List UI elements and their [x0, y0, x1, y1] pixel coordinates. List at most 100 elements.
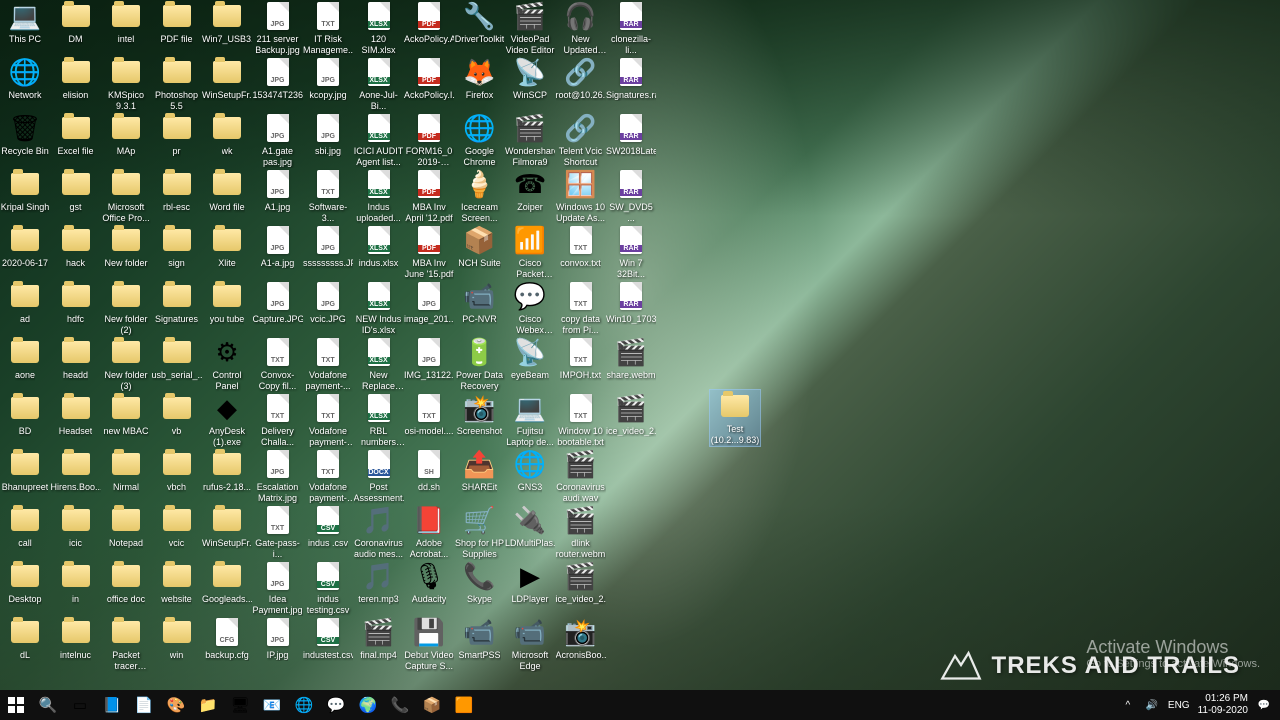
desktop-icon[interactable]: BD: [0, 392, 50, 448]
desktop-icon[interactable]: 🔗 Telent Vcic Shortcut: [556, 112, 606, 168]
desktop-icon[interactable]: 🗑 Recycle Bin: [0, 112, 50, 168]
desktop-icon[interactable]: 📤 SHAREit: [455, 448, 505, 504]
desktop-icon[interactable]: 🎬 Coronavirus audi.wav: [556, 448, 606, 504]
desktop-icon[interactable]: Nirmal: [101, 448, 151, 504]
app5-taskbar-button[interactable]: 💬: [320, 690, 352, 720]
desktop-icon[interactable]: Bhanupreet: [0, 448, 50, 504]
desktop-icon[interactable]: RAR SW2018Latest...: [606, 112, 656, 168]
desktop-icon[interactable]: 2020-06-17: [0, 224, 50, 280]
desktop-icon[interactable]: TXT Gate-pass-i...: [253, 504, 303, 560]
desktop-icon[interactable]: JPG sssssssss.JPG: [303, 224, 353, 280]
desktop-icon[interactable]: RAR clonezilla-li...: [606, 0, 656, 56]
desktop-icon[interactable]: Xlite: [202, 224, 252, 280]
desktop-icon[interactable]: usb_serial_...: [152, 336, 202, 392]
desktop-icon[interactable]: new MBAC: [101, 392, 151, 448]
desktop-icon[interactable]: intelnuc: [51, 616, 101, 672]
desktop-icon[interactable]: rbl-esc: [152, 168, 202, 224]
desktop-icon[interactable]: 📡 eyeBeam: [505, 336, 555, 392]
desktop-icon[interactable]: Photoshop 5.5: [152, 56, 202, 112]
desktop-icon[interactable]: PDF MBA Inv April '12.pdf: [404, 168, 454, 224]
desktop-icon[interactable]: 🌐 Google Chrome: [455, 112, 505, 168]
tray-chevron-icon[interactable]: ^: [1120, 697, 1136, 713]
desktop-icon[interactable]: 🎬 share.webm: [606, 336, 656, 392]
desktop-icon[interactable]: 🦊 Firefox: [455, 56, 505, 112]
desktop-icon[interactable]: 💾 Debut Video Capture S...: [404, 616, 454, 672]
desktop-icon[interactable]: JPG A1-a.jpg: [253, 224, 303, 280]
chrome-taskbar-button[interactable]: 🌍: [352, 690, 384, 720]
file-explorer-taskbar-button[interactable]: 📁: [192, 690, 224, 720]
desktop-icon[interactable]: 🔌 LDMultiPlas...: [505, 504, 555, 560]
desktop-icon[interactable]: ⚙ Control Panel: [202, 336, 252, 392]
desktop-icon[interactable]: hdfc: [51, 280, 101, 336]
desktop-icon[interactable]: TXT IT Risk Manageme...: [303, 0, 353, 56]
desktop-icon[interactable]: 📡 WinSCP: [505, 56, 555, 112]
desktop-icon[interactable]: 🎧 New Updated Headset-re...: [556, 0, 606, 56]
desktop-icon[interactable]: TXT convox.txt: [556, 224, 606, 280]
desktop-icon[interactable]: Excel file: [51, 112, 101, 168]
desktop-icon[interactable]: 🎙 Audacity: [404, 560, 454, 616]
desktop-icon[interactable]: JPG Idea Payment.jpg: [253, 560, 303, 616]
desktop-icon[interactable]: Word file: [202, 168, 252, 224]
desktop-icon[interactable]: 🎬 VideoPad Video Editor: [505, 0, 555, 56]
desktop-icon[interactable]: 🎬 dlink router.webm: [556, 504, 606, 560]
desktop-icon[interactable]: XLSX New Replace 120 SIM.xlsx: [354, 336, 404, 392]
desktop-icon[interactable]: 🎬 ice_video_2...: [556, 560, 606, 616]
desktop-icon[interactable]: 🎵 Coronavirus audio mes...: [354, 504, 404, 560]
desktop-icon[interactable]: PDF FORM16_0 2019-20.20...: [404, 112, 454, 168]
desktop-icon[interactable]: 🛒 Shop for HP Supplies: [455, 504, 505, 560]
desktop-icon[interactable]: 📦 NCH Suite: [455, 224, 505, 280]
desktop-icon[interactable]: 🌐 GNS3: [505, 448, 555, 504]
desktop-icon[interactable]: pr: [152, 112, 202, 168]
desktop-icon[interactable]: KMSpico 9.3.1: [101, 56, 151, 112]
desktop-icon[interactable]: wk: [202, 112, 252, 168]
desktop-icon[interactable]: 🌐 Network: [0, 56, 50, 112]
desktop-icon[interactable]: intel: [101, 0, 151, 56]
desktop-icon[interactable]: XLSX Indus uploaded...: [354, 168, 404, 224]
desktop-icon[interactable]: 📹 PC-NVR: [455, 280, 505, 336]
desktop-icon[interactable]: TXT osi-model....: [404, 392, 454, 448]
desktop-icon[interactable]: 📹 Microsoft Edge: [505, 616, 555, 672]
desktop-icon[interactable]: JPG A1.gate pas.jpg: [253, 112, 303, 168]
desktop-icon[interactable]: Desktop: [0, 560, 50, 616]
system-tray[interactable]: ^ 🔊 ENG 01:26 PM 11-09-2020 💬: [1112, 693, 1280, 717]
desktop-icon[interactable]: PDF AckoPolicy.I...: [404, 56, 454, 112]
desktop-icon[interactable]: TXT Window 10 bootable.txt: [556, 392, 606, 448]
desktop-icon[interactable]: 🍦 Icecream Screen...: [455, 168, 505, 224]
desktop-icon[interactable]: 🔗 root@10.26...: [556, 56, 606, 112]
desktop-icon[interactable]: aone: [0, 336, 50, 392]
desktop-icon[interactable]: DOCX Post Assessment...: [354, 448, 404, 504]
app4-taskbar-button[interactable]: 🖥: [224, 690, 256, 720]
desktop-icon[interactable]: JPG kcopy.jpg: [303, 56, 353, 112]
desktop-icon[interactable]: elision: [51, 56, 101, 112]
desktop-icon[interactable]: JPG 153474T236...: [253, 56, 303, 112]
desktop-icon[interactable]: Headset: [51, 392, 101, 448]
desktop-icon[interactable]: vcic: [152, 504, 202, 560]
app2-taskbar-button[interactable]: 📄: [128, 690, 160, 720]
desktop-icon[interactable]: XLSX Aone-Jul-Bi...: [354, 56, 404, 112]
desktop-icon[interactable]: 🔋 Power Data Recovery: [455, 336, 505, 392]
desktop-icon[interactable]: JPG image_201...: [404, 280, 454, 336]
desktop-icon[interactable]: JPG 211 server Backup.jpg: [253, 0, 303, 56]
desktop-icon[interactable]: TXT IMPOH.txt: [556, 336, 606, 392]
desktop-icon[interactable]: XLSX NEW Indus ID's.xlsx: [354, 280, 404, 336]
desktop-icon[interactable]: WinSetupFr...: [202, 56, 252, 112]
desktop-icon[interactable]: PDF AckoPolicy.AI...: [404, 0, 454, 56]
desktop-icon[interactable]: ▶ LDPlayer: [505, 560, 555, 616]
desktop-icon[interactable]: icic: [51, 504, 101, 560]
desktop-icon[interactable]: XLSX indus.xlsx: [354, 224, 404, 280]
desktop-icon[interactable]: Hirens.Boo...: [51, 448, 101, 504]
desktop-icon[interactable]: New folder (2): [101, 280, 151, 336]
desktop-icon[interactable]: 📸 Screenshot: [455, 392, 505, 448]
desktop-icon[interactable]: 🔧 DriverToolkit: [455, 0, 505, 56]
desktop-icon[interactable]: gst: [51, 168, 101, 224]
desktop-icon[interactable]: CSV indus .csv: [303, 504, 353, 560]
desktop-icon[interactable]: ☎ Zoiper: [505, 168, 555, 224]
desktop-icon[interactable]: Notepad: [101, 504, 151, 560]
desktop-icon[interactable]: rufus-2.18...: [202, 448, 252, 504]
desktop-icon[interactable]: website: [152, 560, 202, 616]
desktop-icon[interactable]: Test (10.2...9.83): [710, 390, 760, 446]
app6-taskbar-button[interactable]: 📦: [416, 690, 448, 720]
desktop-icon[interactable]: JPG IP.jpg: [253, 616, 303, 672]
desktop-icon[interactable]: MAp: [101, 112, 151, 168]
desktop-icon[interactable]: CFG backup.cfg: [202, 616, 252, 672]
